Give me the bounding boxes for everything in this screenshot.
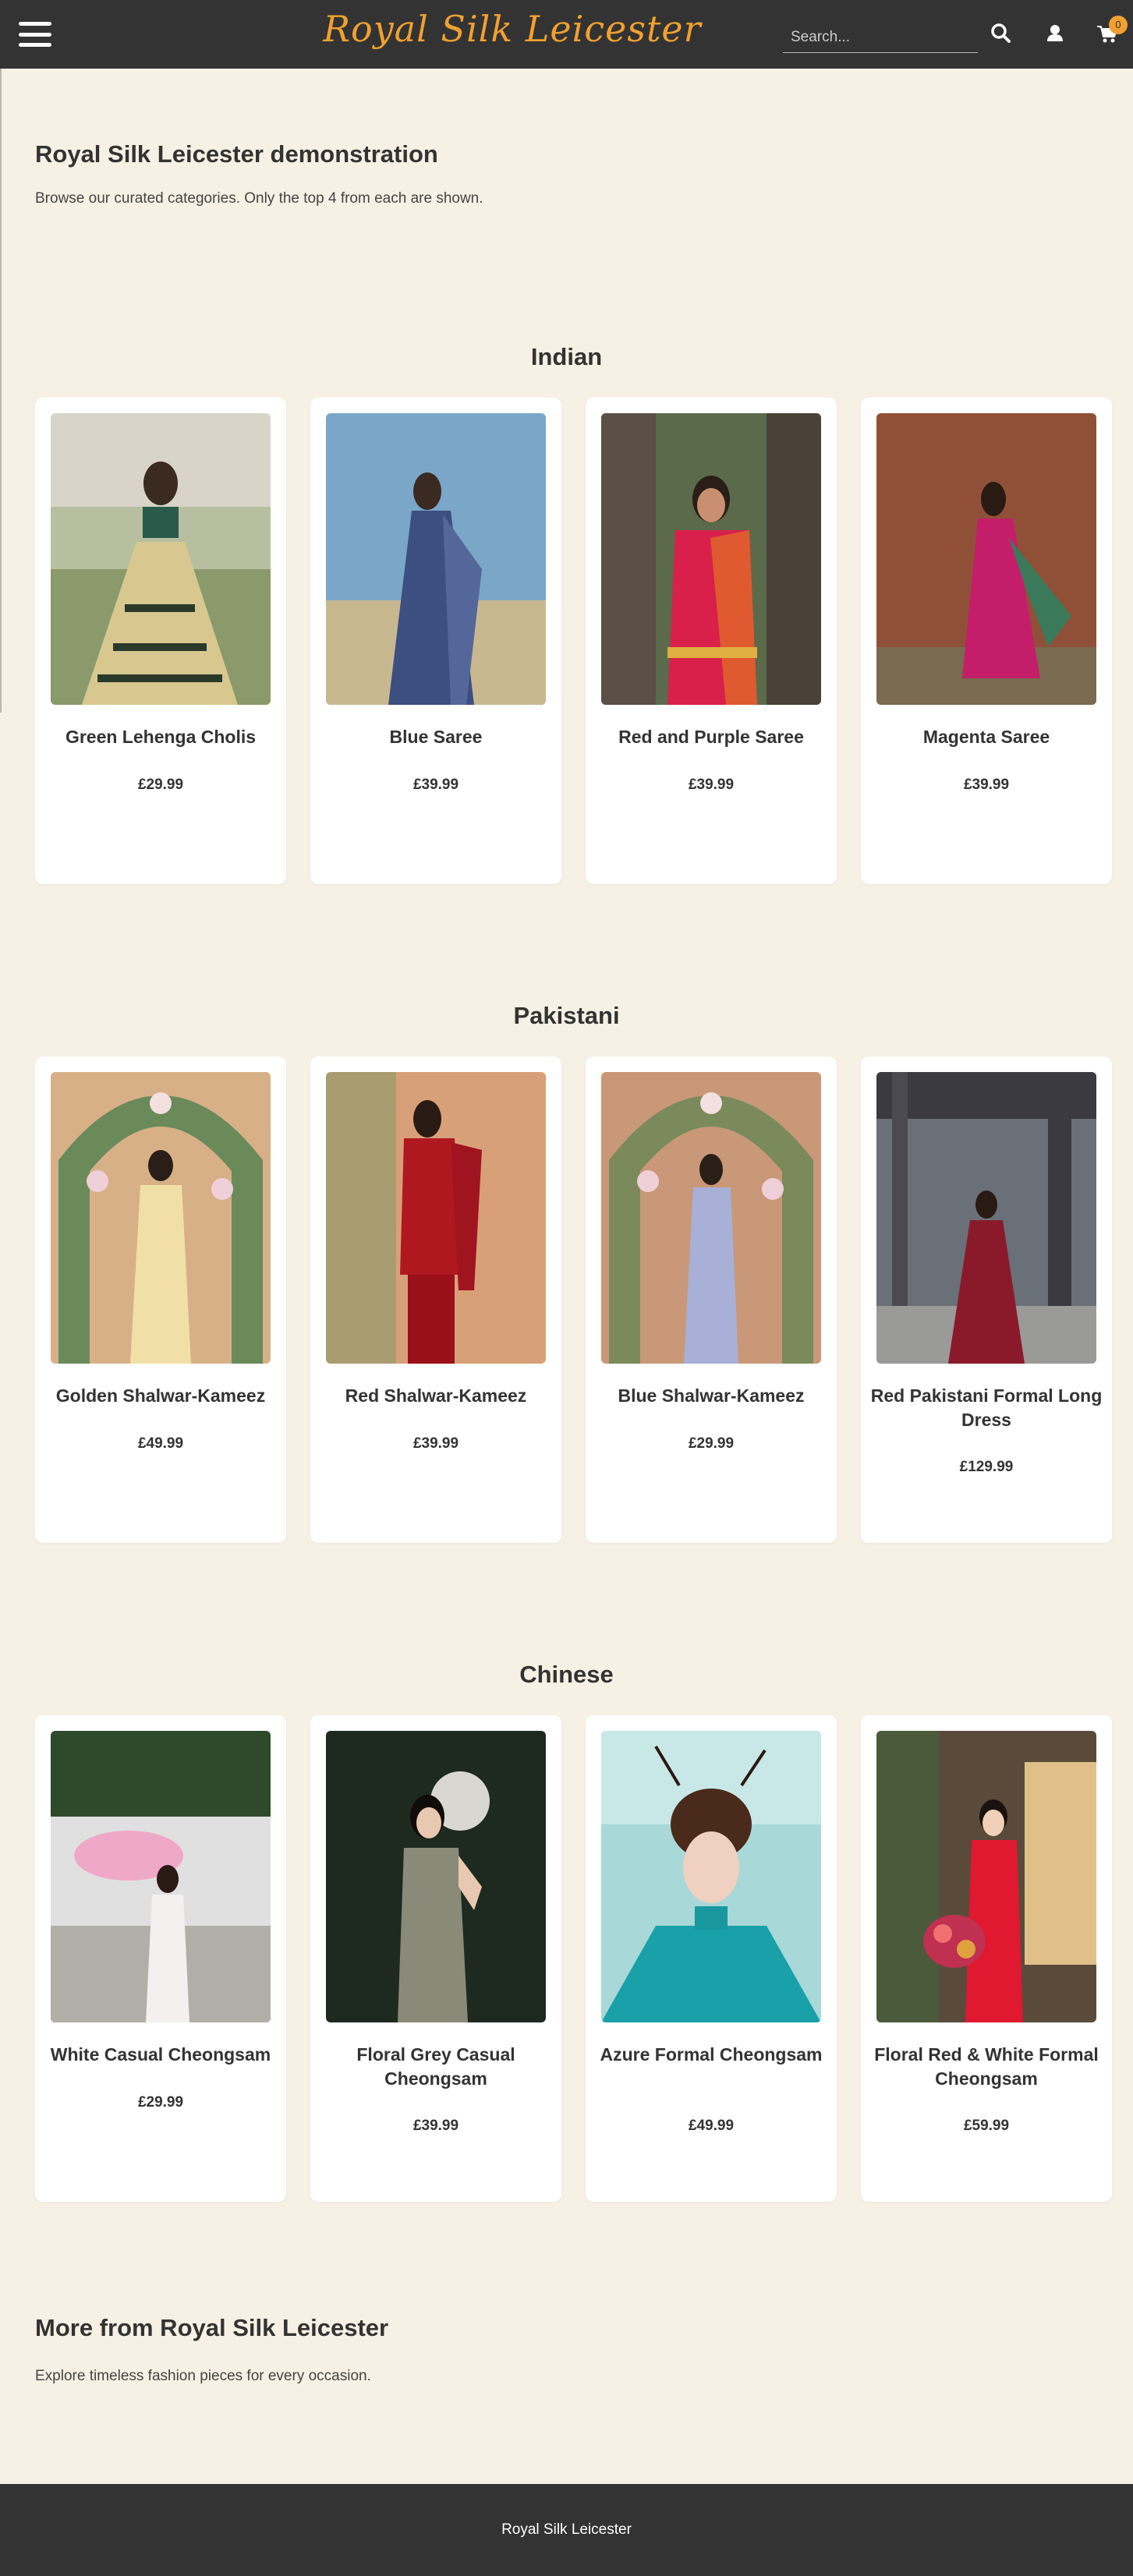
- page-subtitle: Browse our curated categories. Only the …: [35, 190, 483, 207]
- search-icon[interactable]: [988, 20, 1014, 47]
- product-price: £129.99: [959, 1459, 1014, 1475]
- product-name[interactable]: White Casual Cheongsam: [43, 2043, 278, 2067]
- product-card[interactable]: Blue Saree £39.99: [310, 398, 561, 884]
- section-title-indian: Indian: [530, 343, 603, 370]
- product-card[interactable]: Floral Grey Casual Cheongsam £39.99: [310, 1715, 561, 2202]
- product-image[interactable]: [876, 413, 1096, 705]
- product-name[interactable]: Blue Saree: [318, 725, 554, 749]
- product-image[interactable]: [326, 413, 546, 705]
- product-image[interactable]: [51, 413, 271, 705]
- product-price: £29.99: [137, 2094, 184, 2111]
- product-card[interactable]: White Casual Cheongsam £29.99: [35, 1715, 286, 2202]
- product-name[interactable]: Red Pakistani Formal Long Dress: [869, 1384, 1104, 1432]
- product-grid-pakistani: Golden Shalwar-Kameez £49.99 Red Shalwar…: [35, 1056, 1113, 1543]
- product-grid-chinese: White Casual Cheongsam £29.99 Floral Gre…: [35, 1715, 1113, 2202]
- top-navigation-bar: Royal Silk Leicester 0: [0, 0, 1133, 69]
- product-image[interactable]: [601, 1072, 821, 1364]
- product-card[interactable]: Magenta Saree £39.99: [861, 398, 1112, 884]
- product-card[interactable]: Red Pakistani Formal Long Dress £129.99: [861, 1056, 1112, 1543]
- page-edge-divider: [0, 69, 2, 713]
- product-image[interactable]: [51, 1072, 271, 1364]
- product-name[interactable]: Floral Red & White Formal Cheongsam: [869, 2043, 1104, 2091]
- product-price: £39.99: [412, 2118, 459, 2134]
- product-price: £29.99: [137, 777, 184, 793]
- product-price: £39.99: [963, 777, 1010, 793]
- product-name[interactable]: Floral Grey Casual Cheongsam: [318, 2043, 554, 2091]
- product-name[interactable]: Golden Shalwar-Kameez: [43, 1384, 278, 1408]
- page-title: Royal Silk Leicester demonstration: [35, 140, 438, 168]
- product-grid-indian: Green Lehenga Cholis £29.99 Blue Saree £…: [35, 398, 1113, 884]
- product-image[interactable]: [601, 413, 821, 705]
- search-input[interactable]: [783, 22, 978, 53]
- product-card[interactable]: Green Lehenga Cholis £29.99: [35, 398, 286, 884]
- user-icon[interactable]: [1042, 20, 1068, 47]
- product-image[interactable]: [326, 1072, 546, 1364]
- section-title-chinese: Chinese: [519, 1661, 614, 1688]
- product-price: £39.99: [412, 1435, 459, 1452]
- product-card[interactable]: Red Shalwar-Kameez £39.99: [310, 1056, 561, 1543]
- product-card[interactable]: Red and Purple Saree £39.99: [586, 398, 837, 884]
- product-image[interactable]: [51, 1731, 271, 2022]
- product-name[interactable]: Azure Formal Cheongsam: [593, 2043, 829, 2067]
- product-name[interactable]: Red and Purple Saree: [593, 725, 829, 749]
- product-price: £59.99: [963, 2118, 1010, 2134]
- product-card[interactable]: Blue Shalwar-Kameez £29.99: [586, 1056, 837, 1543]
- more-section-title: More from Royal Silk Leicester: [35, 2314, 389, 2341]
- product-image[interactable]: [876, 1072, 1096, 1364]
- product-price: £29.99: [688, 1435, 735, 1452]
- product-name[interactable]: Red Shalwar-Kameez: [318, 1384, 554, 1408]
- product-image[interactable]: [601, 1731, 821, 2022]
- cart-count-badge: 0: [1109, 16, 1128, 34]
- product-name[interactable]: Magenta Saree: [869, 725, 1104, 749]
- product-card[interactable]: Floral Red & White Formal Cheongsam £59.…: [861, 1715, 1112, 2202]
- product-image[interactable]: [876, 1731, 1096, 2022]
- product-price: £39.99: [688, 777, 735, 793]
- product-card[interactable]: Azure Formal Cheongsam £49.99: [586, 1715, 837, 2202]
- product-name[interactable]: Blue Shalwar-Kameez: [593, 1384, 829, 1408]
- product-card[interactable]: Golden Shalwar-Kameez £49.99: [35, 1056, 286, 1543]
- product-price: £49.99: [137, 1435, 184, 1452]
- product-price: £49.99: [688, 2118, 735, 2134]
- site-footer: Royal Silk Leicester: [0, 2484, 1133, 2576]
- product-price: £39.99: [412, 777, 459, 793]
- product-image[interactable]: [326, 1731, 546, 2022]
- product-name[interactable]: Green Lehenga Cholis: [43, 725, 278, 749]
- more-section-subtitle: Explore timeless fashion pieces for ever…: [35, 2368, 371, 2384]
- section-title-pakistani: Pakistani: [513, 1002, 620, 1029]
